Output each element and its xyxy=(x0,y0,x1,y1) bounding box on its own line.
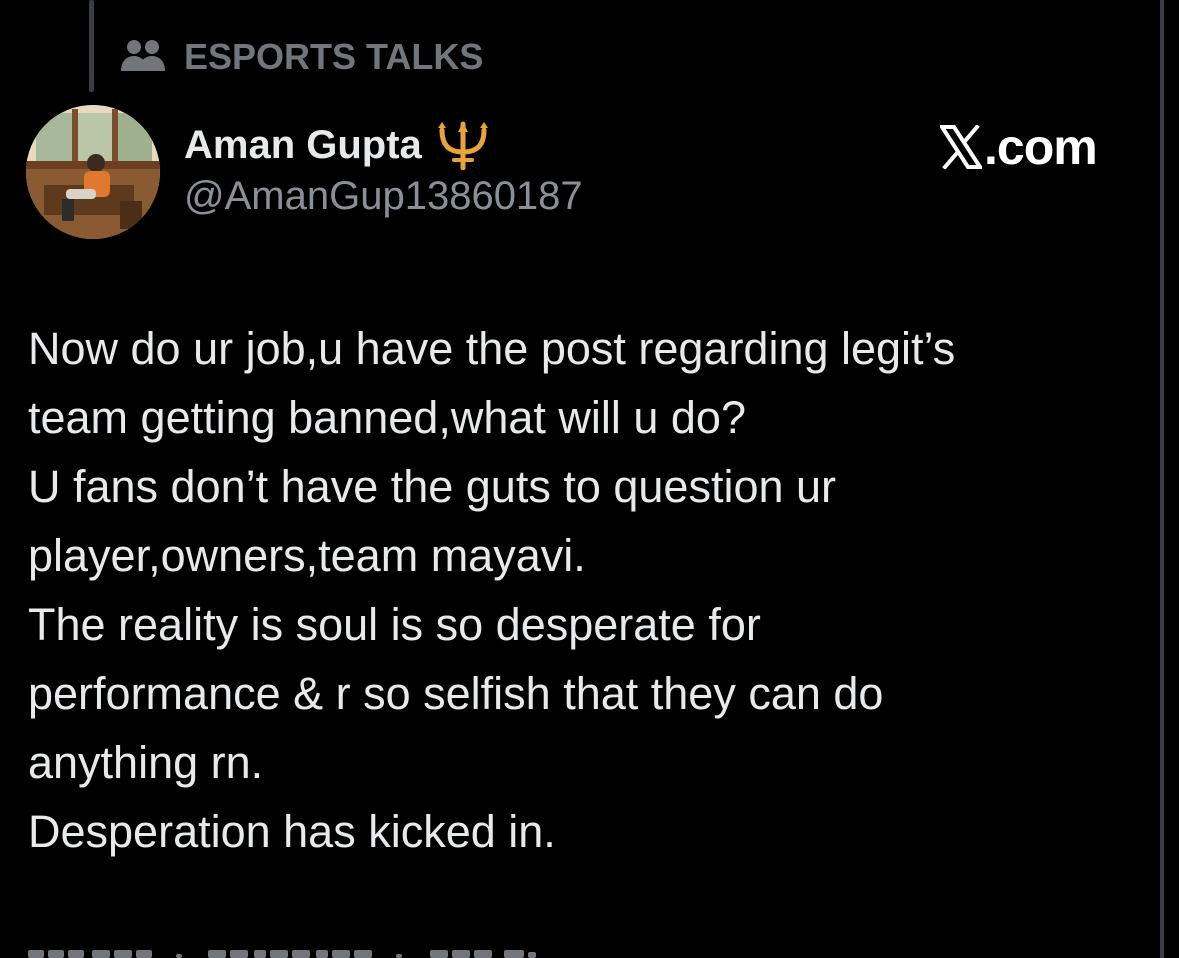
community-name[interactable]: ESPORTS TALKS xyxy=(184,36,483,78)
author-display-name[interactable]: Aman Gupta xyxy=(184,123,422,168)
tweet-line: U fans don’t have the guts to question u… xyxy=(28,461,837,512)
tweet-line: team getting banned,what will u do? xyxy=(28,392,746,443)
community-people-icon xyxy=(120,37,166,77)
tweet-line: player,owners,team mayavi. xyxy=(28,530,586,581)
column-divider xyxy=(1160,0,1164,958)
x-com-watermark: .com xyxy=(940,118,1124,176)
community-context[interactable]: ESPORTS TALKS xyxy=(120,34,483,80)
tweet-line: performance & r so selfish that they can… xyxy=(28,668,884,719)
x-logo-icon xyxy=(940,125,982,169)
author-handle[interactable]: @AmanGup13860187 xyxy=(184,174,583,219)
trident-icon xyxy=(437,121,488,170)
tweet-line: Now do ur job,u have the post regarding … xyxy=(28,323,956,374)
tweet-text: Now do ur job,u have the post regarding … xyxy=(28,314,1128,866)
tweet-line: The reality is soul is so desperate for xyxy=(28,599,761,650)
thread-connector-line xyxy=(89,0,94,92)
avatar[interactable] xyxy=(26,105,160,239)
tweet-line: Desperation has kicked in. xyxy=(28,806,556,857)
tweet-metadata-cut-off xyxy=(28,944,548,958)
author-name-row[interactable]: Aman Gupta xyxy=(184,118,492,172)
watermark-text: .com xyxy=(984,119,1098,175)
tweet-line: anything rn. xyxy=(28,737,264,788)
